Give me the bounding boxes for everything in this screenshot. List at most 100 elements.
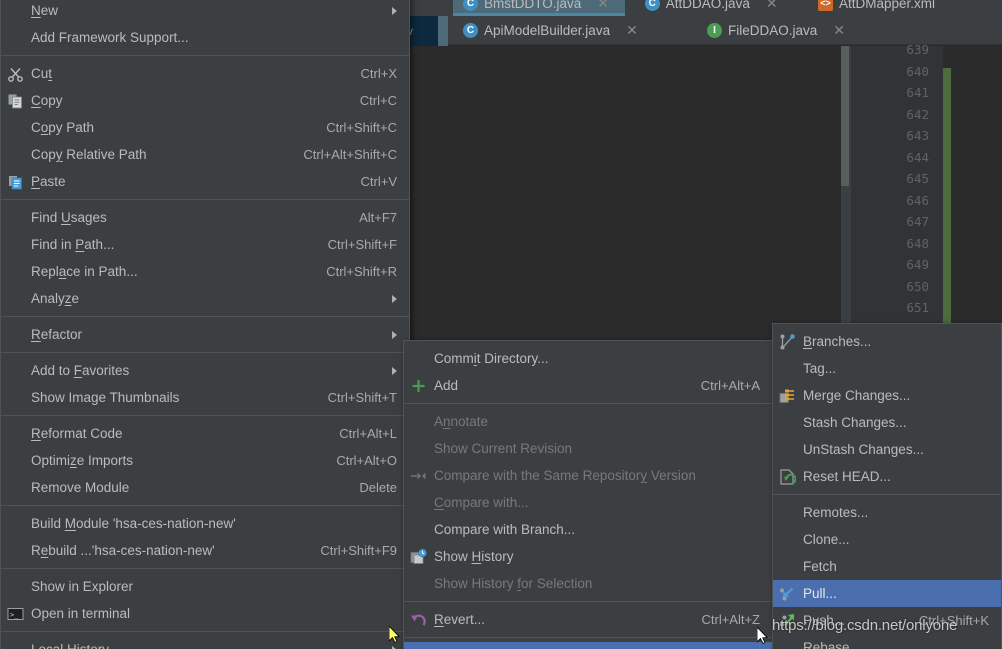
menu-item-label: Pull...	[803, 586, 837, 601]
git-menu-item-commit-directory[interactable]: Commit Directory...	[404, 345, 772, 372]
repository-menu-item-stash-changes[interactable]: Stash Changes...	[773, 409, 1001, 436]
context-menu-item-local-history[interactable]: Local History	[1, 636, 409, 649]
context-menu-separator	[1, 352, 409, 353]
context-menu-separator	[1, 316, 409, 317]
context-menu-item-find-in-path[interactable]: Find in Path... Ctrl+Shift+F	[1, 231, 409, 258]
line-number: 649	[906, 257, 929, 272]
git-menu-item-repository[interactable]: Repository	[404, 642, 772, 649]
menu-item-shortcut: Ctrl+Alt+A	[700, 378, 760, 393]
git-menu-item-add[interactable]: Add Ctrl+Alt+A	[404, 372, 772, 399]
editor-tab-bmstddto-java[interactable]: C BmstDDTO.java ✕	[453, 0, 625, 16]
line-number: 643	[906, 128, 929, 143]
context-menu-item-build-module-hsa-ces-nation-new[interactable]: Build Module 'hsa-ces-nation-new'	[1, 510, 409, 537]
menu-item-label: Local History	[31, 642, 382, 649]
context-menu-item-cut[interactable]: Cut Ctrl+X	[1, 60, 409, 87]
context-menu-item-refactor[interactable]: Refactor	[1, 321, 409, 348]
context-menu-item-replace-in-path[interactable]: Replace in Path... Ctrl+Shift+R	[1, 258, 409, 285]
context-menu-item-reformat-code[interactable]: Reformat Code Ctrl+Alt+L	[1, 420, 409, 447]
context-menu-item-new[interactable]: New	[1, 0, 409, 24]
context-menu-item-analyze[interactable]: Analyze	[1, 285, 409, 312]
editor-tabbar-top[interactable]: C BmstDDTO.java ✕ C AttDDAO.java ✕ <> AttDMappe…	[403, 0, 1002, 16]
menu-item-shortcut: Ctrl+Alt+L	[339, 426, 397, 441]
editor-tab-fileddao-java[interactable]: I FileDDAO.java ✕	[697, 16, 873, 44]
git-menu-separator	[404, 601, 772, 602]
menu-item-label: Refactor	[31, 327, 83, 342]
menu-item-label: Branches...	[803, 334, 872, 349]
java-class-locked-icon: C	[463, 22, 478, 38]
repository-menu-item-merge-changes[interactable]: Merge Changes...	[773, 382, 1001, 409]
line-number: 645	[906, 171, 929, 186]
menu-item-label: Rebuild ...'hsa-ces-nation-new'	[31, 543, 215, 558]
git-menu-item-revert[interactable]: Revert... Ctrl+Alt+Z	[404, 606, 772, 633]
menu-item-label: Show Current Revision	[434, 441, 573, 456]
context-menu-separator	[1, 505, 409, 506]
project-context-menu[interactable]: New Add Framework Support... Cut Ctrl+X Copy…	[0, 0, 410, 649]
repository-menu-item-clone[interactable]: Clone...	[773, 526, 1001, 553]
context-menu-separator	[1, 415, 409, 416]
editor-tab-label: ApiModelBuilder.java	[484, 22, 611, 38]
context-menu-item-add-framework-support[interactable]: Add Framework Support...	[1, 24, 409, 51]
context-menu-item-paste[interactable]: Paste Ctrl+V	[1, 168, 409, 195]
repository-menu-item-tag[interactable]: Tag...	[773, 355, 1001, 382]
menu-item-label: Show in Explorer	[31, 579, 134, 594]
close-icon[interactable]: ✕	[766, 0, 778, 12]
menu-item-label: New	[31, 3, 59, 18]
svg-text:>_: >_	[10, 611, 19, 619]
repository-submenu[interactable]: Branches... Tag... Merge Changes... Stash C…	[772, 323, 1002, 649]
close-icon[interactable]: ✕	[833, 22, 845, 39]
menu-item-label: Show History	[434, 549, 514, 564]
repository-menu-item-rebase[interactable]: Rebase...	[773, 634, 1001, 649]
menu-item-shortcut: Delete	[359, 480, 397, 495]
repository-menu-item-unstash-changes[interactable]: UnStash Changes...	[773, 436, 1001, 463]
editor-tab-attddao-java[interactable]: C AttDDAO.java ✕	[635, 0, 798, 16]
context-menu-item-optimize-imports[interactable]: Optimize Imports Ctrl+Alt+O	[1, 447, 409, 474]
project-scrollbar-thumb[interactable]	[841, 46, 849, 186]
git-menu-item-show-current-revision: Show Current Revision	[404, 435, 772, 462]
editor-tabbar-second[interactable]: C ApiModelBuilder.java ✕ I FileDDAO.java ✕	[403, 16, 1002, 45]
line-number: 650	[906, 278, 929, 294]
repository-menu-item-fetch[interactable]: Fetch	[773, 553, 1001, 580]
editor-tab-label: FileDDAO.java	[728, 22, 818, 38]
menu-item-label: Commit Directory...	[434, 351, 549, 366]
git-menu-item-compare-with-branch[interactable]: Compare with Branch...	[404, 516, 772, 543]
line-number: 642	[906, 106, 929, 122]
context-menu-item-open-in-terminal[interactable]: >_ Open in terminal	[1, 600, 409, 627]
repository-menu-item-branches[interactable]: Branches...	[773, 328, 1001, 355]
menu-item-label: Add	[434, 378, 459, 393]
context-menu-item-find-usages[interactable]: Find Usages Alt+F7	[1, 204, 409, 231]
editor-tab-attdmapper-xml[interactable]: <> AttDMapper.xml	[808, 0, 988, 16]
close-icon[interactable]: ✕	[597, 0, 609, 12]
context-menu-item-copy[interactable]: Copy Ctrl+C	[1, 87, 409, 114]
menu-item-label: Merge Changes...	[803, 388, 911, 403]
context-menu-item-show-in-explorer[interactable]: Show in Explorer	[1, 573, 409, 600]
git-submenu[interactable]: Commit Directory... Add Ctrl+Alt+A Annotate…	[403, 340, 773, 649]
menu-item-label: Copy Relative Path	[31, 147, 147, 162]
menu-item-label: Reset HEAD...	[803, 469, 891, 484]
repository-menu-item-reset-head[interactable]: Reset HEAD...	[773, 463, 1001, 490]
java-class-icon: C	[463, 0, 478, 11]
context-menu-item-copy-relative-path[interactable]: Copy Relative Path Ctrl+Alt+Shift+C	[1, 141, 409, 168]
line-number: 648	[906, 235, 929, 251]
context-menu-item-add-to-favorites[interactable]: Add to Favorites	[1, 357, 409, 384]
editor-tab-apimodelbuilder-java[interactable]: C ApiModelBuilder.java ✕	[453, 16, 687, 44]
context-menu-item-remove-module[interactable]: Remove Module Delete	[1, 474, 409, 501]
revert-icon	[411, 614, 426, 626]
menu-item-label: Copy	[31, 93, 63, 108]
tab-edge-fill	[438, 16, 448, 46]
context-menu-item-copy-path[interactable]: Copy Path Ctrl+Shift+C	[1, 114, 409, 141]
menu-item-shortcut: Ctrl+Shift+F9	[320, 543, 397, 558]
chevron-right-icon	[392, 294, 397, 303]
git-menu-item-compare-with-the-same-repository-version: Compare with the Same Repository Version	[404, 462, 772, 489]
menu-item-label: Copy Path	[31, 120, 95, 135]
context-menu-item-rebuild-hsa-ces-nation-new[interactable]: Rebuild ...'hsa-ces-nation-new' Ctrl+Shif…	[1, 537, 409, 564]
menu-item-shortcut: Ctrl+Alt+Shift+C	[303, 147, 397, 162]
line-number: 647	[906, 214, 929, 229]
repository-menu-item-remotes[interactable]: Remotes...	[773, 499, 1001, 526]
ide-window: 6396406416426436446456466476486496506516…	[0, 0, 1002, 649]
context-menu-item-show-image-thumbnails[interactable]: Show Image Thumbnails Ctrl+Shift+T	[1, 384, 409, 411]
close-icon[interactable]: ✕	[626, 22, 638, 39]
git-menu-item-show-history[interactable]: Show History	[404, 543, 772, 570]
repository-menu-item-pull[interactable]: Pull...	[773, 580, 1001, 607]
menu-item-label: Compare with Branch...	[434, 522, 576, 537]
menu-item-label: Build Module 'hsa-ces-nation-new'	[31, 516, 236, 531]
